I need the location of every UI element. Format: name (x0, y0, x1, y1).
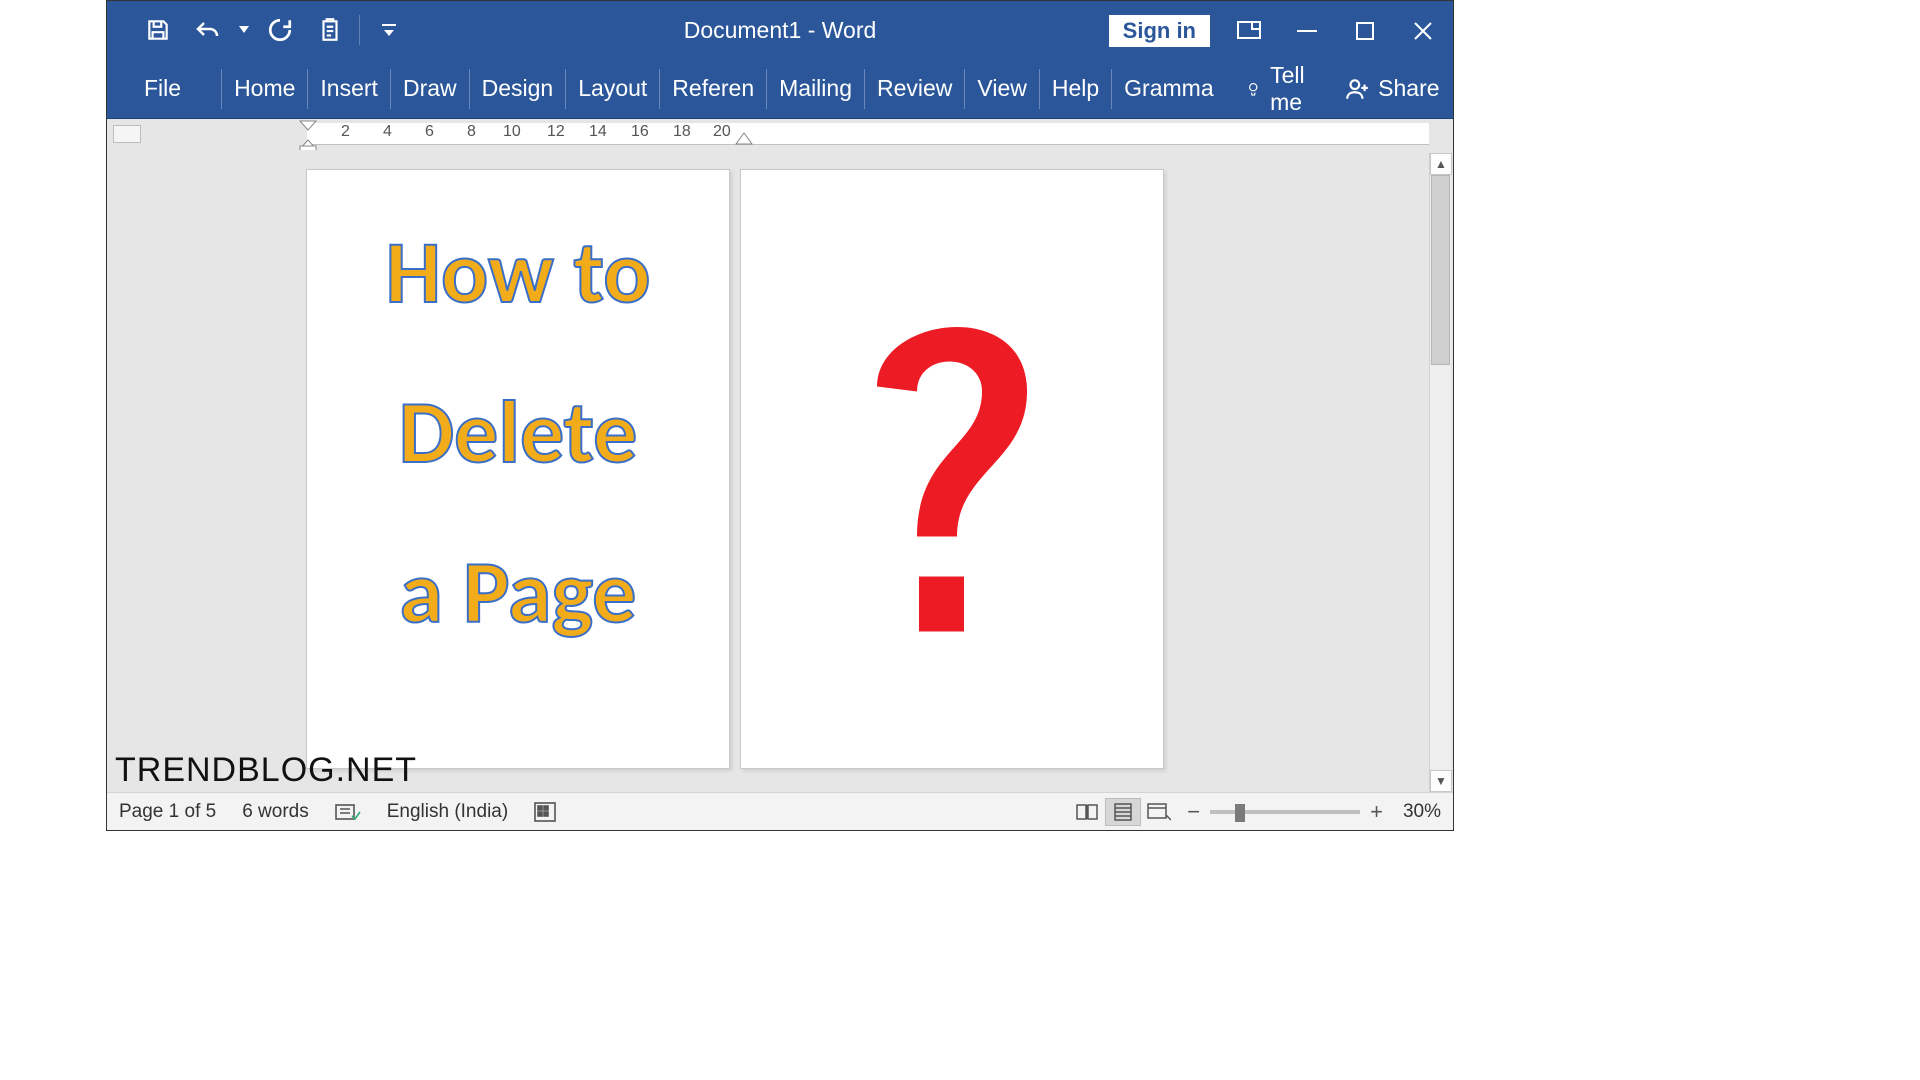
qat-separator (359, 15, 360, 45)
ruler-number: 16 (631, 123, 649, 141)
question-mark-icon (837, 277, 1067, 662)
sign-in-button[interactable]: Sign in (1108, 14, 1211, 48)
ruler-number: 10 (503, 123, 521, 141)
tab-draw[interactable]: Draw (390, 69, 469, 109)
ruler-number: 20 (713, 123, 731, 141)
ruler-number: 18 (673, 123, 691, 141)
page-1[interactable]: How to Delete a Page (306, 169, 730, 769)
word-window: Document1 - Word Sign in File Home Inser… (106, 0, 1454, 831)
ribbon-display-options-button[interactable] (1229, 11, 1269, 51)
close-button[interactable] (1403, 11, 1443, 51)
ruler-number: 12 (547, 123, 565, 141)
tell-me-label: Tell me (1270, 62, 1314, 116)
scroll-thumb[interactable] (1431, 175, 1450, 365)
title-right-controls: Sign in (1108, 11, 1443, 51)
page-1-text: How to Delete a Page (307, 170, 729, 636)
ruler-number: 4 (383, 123, 392, 141)
redo-button[interactable] (259, 9, 301, 51)
text-line: How to (307, 228, 729, 316)
undo-button[interactable] (187, 9, 229, 51)
status-bar: Page 1 of 5 6 words English (India) − + … (107, 792, 1453, 830)
save-button[interactable] (137, 9, 179, 51)
share-button[interactable]: Share (1344, 75, 1439, 102)
scroll-down-button[interactable]: ▼ (1430, 770, 1452, 792)
word-count-status[interactable]: 6 words (242, 801, 309, 823)
share-label: Share (1378, 75, 1439, 102)
indent-marker-icon[interactable] (299, 120, 317, 150)
tab-design[interactable]: Design (469, 69, 566, 109)
document-area[interactable]: How to Delete a Page (107, 153, 1429, 792)
zoom-out-button[interactable]: − (1187, 799, 1200, 825)
text-line: a Page (307, 548, 729, 636)
watermark-text: TRENDBLOG.NET (115, 751, 417, 790)
zoom-track[interactable] (1210, 810, 1360, 814)
right-indent-marker-icon[interactable] (735, 131, 753, 145)
ribbon-tabs: File Home Insert Draw Design Layout Refe… (107, 59, 1453, 119)
macro-status[interactable] (534, 802, 556, 822)
zoom-thumb[interactable] (1235, 804, 1245, 822)
print-layout-button[interactable] (1105, 798, 1141, 826)
zoom-slider[interactable]: − + 30% (1187, 799, 1441, 825)
tab-grammarly[interactable]: Gramma (1111, 69, 1225, 109)
ruler-number: 8 (467, 123, 476, 141)
undo-dropdown[interactable] (237, 9, 251, 51)
language-status[interactable]: English (India) (387, 801, 508, 823)
quick-access-toolbar (137, 9, 410, 51)
tab-file[interactable]: File (132, 75, 193, 102)
customize-qat-button[interactable] (368, 9, 410, 51)
zoom-level[interactable]: 30% (1403, 801, 1441, 823)
tab-layout[interactable]: Layout (565, 69, 659, 109)
tab-mailings[interactable]: Mailing (766, 69, 864, 109)
read-mode-button[interactable] (1069, 798, 1105, 826)
ruler-number: 14 (589, 123, 607, 141)
maximize-button[interactable] (1345, 11, 1385, 51)
title-bar: Document1 - Word Sign in (107, 1, 1453, 59)
ruler-number: 2 (341, 123, 350, 141)
tab-insert[interactable]: Insert (307, 69, 390, 109)
tell-me-button[interactable]: Tell me (1246, 62, 1315, 116)
scroll-up-button[interactable]: ▲ (1430, 153, 1452, 175)
web-layout-button[interactable] (1141, 798, 1177, 826)
horizontal-ruler[interactable]: 2 4 6 8 10 12 14 16 18 20 (307, 123, 1429, 145)
tab-view[interactable]: View (964, 69, 1038, 109)
page-2[interactable] (740, 169, 1164, 769)
ruler-number: 6 (425, 123, 434, 141)
tab-references[interactable]: Referen (659, 69, 766, 109)
spelling-status[interactable] (335, 802, 361, 822)
vertical-scrollbar[interactable]: ▲ ▼ (1429, 153, 1451, 792)
ruler-corner (113, 125, 141, 143)
text-line: Delete (307, 388, 729, 476)
paste-button[interactable] (309, 9, 351, 51)
tab-review[interactable]: Review (864, 69, 964, 109)
tab-help[interactable]: Help (1039, 69, 1111, 109)
minimize-button[interactable] (1287, 11, 1327, 51)
zoom-in-button[interactable]: + (1370, 799, 1383, 825)
page-number-status[interactable]: Page 1 of 5 (119, 801, 216, 823)
tab-home[interactable]: Home (221, 69, 307, 109)
ruler-area: 2 4 6 8 10 12 14 16 18 20 (107, 119, 1453, 153)
